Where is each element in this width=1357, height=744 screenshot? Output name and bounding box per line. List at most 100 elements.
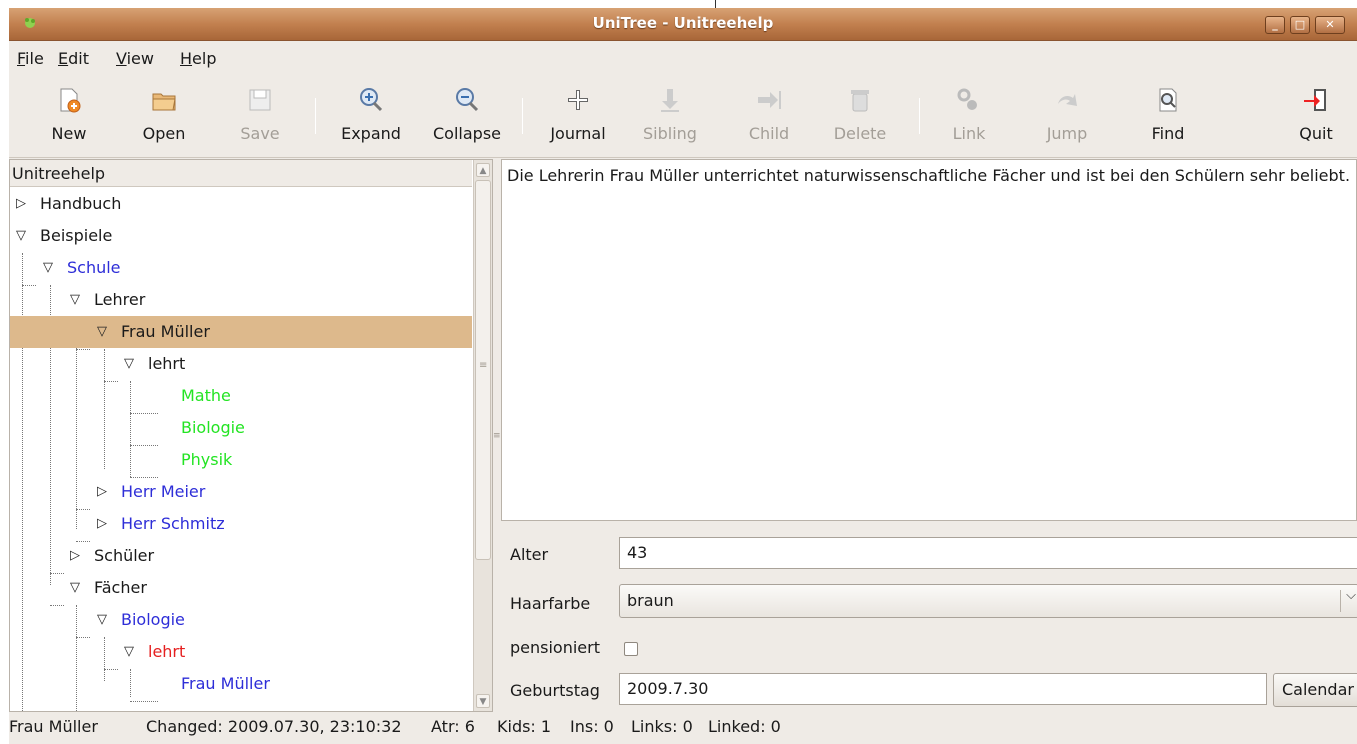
menu-help[interactable]: Help [180, 49, 216, 68]
expander-open-icon[interactable]: ▽ [97, 604, 107, 636]
folder-open-icon [152, 93, 176, 111]
jump-button[interactable]: Jump [1037, 82, 1097, 152]
zoom-in-icon [360, 88, 383, 112]
tree-row[interactable]: ▽ Lehrer [10, 284, 472, 316]
child-button[interactable]: Child [734, 82, 804, 152]
expander-open-icon[interactable]: ▽ [124, 348, 134, 380]
trash-icon [851, 90, 869, 112]
scroll-grip-icon: ≡ [479, 360, 488, 371]
chevron-down-icon[interactable]: ⌵ [1346, 588, 1356, 603]
tree-row-label: Beispiele [40, 226, 113, 245]
find-icon [1159, 88, 1177, 112]
tree-row[interactable]: ▷ Herr Meier [10, 476, 472, 508]
expander-open-icon[interactable]: ▽ [16, 220, 26, 252]
tree-row[interactable]: ▽ lehrt [10, 348, 472, 380]
tree-row[interactable]: ▷ Schüler [10, 540, 472, 572]
expander-open-icon[interactable]: ▽ [70, 572, 80, 604]
tree-row[interactable]: ▽ Beispiele [10, 220, 472, 252]
tree-guide-line [130, 701, 158, 702]
expander-closed-icon[interactable]: ▷ [97, 508, 107, 540]
delete-button[interactable]: Delete [824, 82, 896, 152]
window-frame-edge [715, 0, 716, 8]
expander-open-icon[interactable]: ▽ [124, 636, 134, 668]
haarfarbe-label: Haarfarbe [510, 594, 591, 613]
window-title: UniTree - Unitreehelp [592, 14, 774, 32]
tree-row-label: lehrt [148, 642, 186, 661]
arrow-down-icon [661, 89, 679, 112]
tree-row-label: Herr Meier [121, 482, 206, 501]
toolbar-separator [315, 98, 316, 134]
exit-icon [1304, 89, 1326, 111]
quit-button[interactable]: Quit [1291, 82, 1341, 152]
tree-row[interactable]: ▽ lehrt [10, 636, 472, 668]
status-kids: Kids: 1 [497, 717, 552, 736]
arrow-right-icon [758, 91, 781, 109]
title-bar[interactable]: UniTree - Unitreehelp _ □ ✕ [9, 8, 1357, 41]
tree-row[interactable]: ▽ Schule [10, 252, 472, 284]
tree-row[interactable]: Mathe [10, 380, 472, 412]
new-button[interactable]: New [39, 82, 99, 152]
tree-row[interactable]: ▷ Handbuch [10, 188, 472, 220]
pane-splitter[interactable]: ≡ [493, 159, 501, 712]
close-button[interactable]: ✕ [1315, 16, 1345, 34]
expander-open-icon[interactable]: ▽ [43, 252, 53, 284]
expander-open-icon[interactable]: ▽ [97, 316, 107, 348]
pensioniert-label: pensioniert [510, 638, 600, 657]
find-button[interactable]: Find [1143, 82, 1193, 152]
node-text-area[interactable]: Die Lehrerin Frau Müller unterrichtet na… [501, 159, 1357, 521]
menu-view[interactable]: View [116, 49, 154, 68]
tree-row-label: Schule [67, 258, 121, 277]
expander-closed-icon[interactable]: ▷ [16, 188, 26, 220]
toolbar-separator [522, 98, 523, 134]
splitter-grip-icon: ≡ [493, 431, 501, 441]
scroll-up-arrow-icon[interactable]: ▲ [476, 163, 490, 177]
minimize-button[interactable]: _ [1265, 16, 1285, 34]
menu-file[interactable]: File [17, 49, 44, 68]
tree-row-label: Frau Müller [181, 674, 270, 693]
tree-row-label: Biologie [121, 610, 185, 629]
tree-view[interactable]: Unitreehelp ▷ Handbuch ▽ Beispiele ▽ Schule ▽ L… [9, 159, 493, 712]
collapse-button[interactable]: Collapse [421, 82, 513, 152]
tree-row[interactable]: Frau Müller [10, 668, 472, 700]
combo-separator [1340, 590, 1341, 612]
journal-button[interactable]: Journal [542, 82, 614, 152]
tree-row-label: Biologie [181, 418, 245, 437]
open-button[interactable]: Open [134, 82, 194, 152]
tree-row[interactable]: ▷ Herr Schmitz [10, 508, 472, 540]
save-button[interactable]: Save [234, 82, 286, 152]
expander-closed-icon[interactable]: ▷ [97, 476, 107, 508]
alter-field[interactable]: 43 [619, 537, 1357, 569]
tree-row-label: lehrt [148, 354, 186, 373]
tree-row[interactable]: ▽ Frau Müller [10, 316, 472, 348]
haarfarbe-value: braun [627, 591, 674, 610]
link-button[interactable]: Link [941, 82, 997, 152]
tree-row-label: Physik [181, 450, 233, 469]
toolbar-separator [919, 98, 920, 134]
menu-edit[interactable]: Edit [58, 49, 89, 68]
status-linked: Linked: 0 [708, 717, 781, 736]
scroll-down-arrow-icon[interactable]: ▼ [476, 694, 490, 708]
tree-scrollbar[interactable]: ▲ ≡ ▼ [473, 160, 492, 711]
zoom-out-icon [456, 88, 479, 112]
expander-closed-icon[interactable]: ▷ [70, 540, 80, 572]
menu-bar: File Edit View Help [9, 42, 1357, 74]
tree-row[interactable]: Biologie [10, 412, 472, 444]
save-icon [249, 89, 271, 111]
expander-open-icon[interactable]: ▽ [70, 284, 80, 316]
tree-column-header[interactable]: Unitreehelp [10, 160, 472, 187]
haarfarbe-combo[interactable]: braun ⌵ [619, 584, 1357, 618]
calendar-button[interactable]: Calendar [1273, 673, 1357, 707]
tree-row[interactable]: Physik [10, 444, 472, 476]
status-changed: Changed: 2009.07.30, 23:10:32 [146, 717, 402, 736]
tree-row[interactable]: ▽ Biologie [10, 604, 472, 636]
expand-button[interactable]: Expand [333, 82, 409, 152]
maximize-button[interactable]: □ [1290, 16, 1310, 34]
link-icon [957, 88, 977, 110]
tree-row[interactable]: ▽ Fächer [10, 572, 472, 604]
status-bar: Frau Müller Changed: 2009.07.30, 23:10:3… [9, 712, 1357, 744]
pensioniert-checkbox[interactable] [624, 642, 638, 656]
tree-row-label: Herr Schmitz [121, 514, 225, 533]
sibling-button[interactable]: Sibling [630, 82, 710, 152]
tree-row-label: Schüler [94, 546, 155, 565]
geburtstag-field[interactable]: 2009.7.30 [619, 673, 1267, 705]
